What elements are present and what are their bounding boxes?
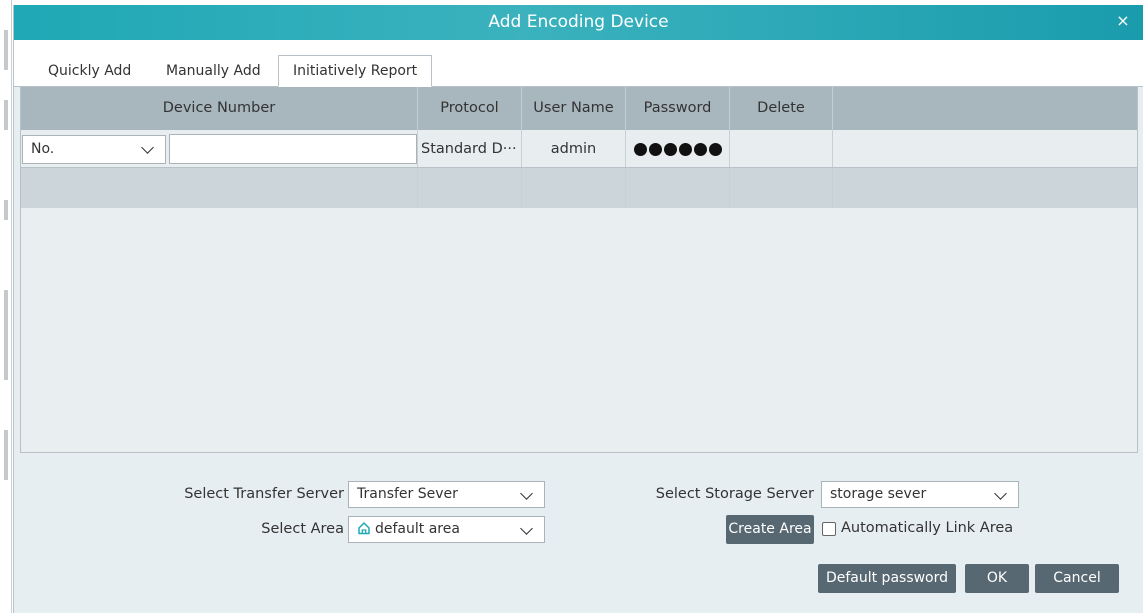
edge-mark: [4, 200, 8, 220]
header-password: Password: [626, 87, 730, 130]
table-cell: [522, 168, 626, 208]
ok-button[interactable]: OK: [965, 564, 1029, 593]
storage-server-select[interactable]: storage sever: [821, 481, 1019, 508]
header-protocol: Protocol: [418, 87, 522, 130]
password-dot: [664, 142, 677, 156]
user-name-cell[interactable]: admin: [522, 130, 626, 167]
table-cell: [730, 168, 833, 208]
table-cell: [21, 168, 418, 208]
tab-manually-add[interactable]: Manually Add: [166, 56, 261, 87]
auto-link-area-label: Automatically Link Area: [841, 520, 1014, 536]
chevron-down-icon: [994, 482, 1008, 509]
area-label: Select Area: [261, 521, 344, 537]
storage-server-label: Select Storage Server: [655, 486, 814, 502]
background-window-edge: [0, 0, 12, 613]
number-type-select[interactable]: No.: [22, 135, 166, 164]
chevron-down-icon: [141, 136, 155, 163]
default-password-button[interactable]: Default password: [818, 564, 956, 593]
home-icon: [358, 522, 370, 535]
area-value: default area: [375, 521, 460, 537]
cancel-button[interactable]: Cancel: [1035, 564, 1119, 593]
chevron-down-icon: [520, 517, 534, 544]
chevron-down-icon: [520, 482, 534, 509]
password-dot: [679, 142, 692, 156]
transfer-server-select[interactable]: Transfer Sever: [348, 481, 545, 508]
storage-server-value: storage sever: [830, 486, 927, 502]
password-mask: [634, 142, 722, 156]
table-cell: [418, 168, 522, 208]
number-type-value: No.: [31, 141, 55, 157]
password-cell[interactable]: [626, 130, 730, 167]
edge-mark: [4, 30, 8, 70]
edge-mark: [4, 290, 8, 380]
table-header: Device Number Protocol User Name Passwor…: [21, 87, 1137, 130]
password-dot: [649, 142, 662, 156]
edge-mark: [4, 100, 8, 130]
transfer-server-value: Transfer Sever: [357, 486, 458, 502]
device-number-input[interactable]: [169, 134, 417, 164]
delete-cell[interactable]: [730, 130, 833, 167]
tab-initiatively-report[interactable]: Initiatively Report: [278, 55, 433, 87]
area-select[interactable]: default area: [348, 516, 545, 543]
password-dot: [634, 142, 647, 156]
device-number-cell: No.: [21, 130, 418, 167]
protocol-cell[interactable]: Standard D···: [418, 130, 522, 167]
add-encoding-device-dialog: Add Encoding Device × Quickly Add Manual…: [13, 5, 1143, 613]
transfer-server-label: Select Transfer Server: [184, 486, 344, 502]
edge-mark: [4, 430, 8, 480]
device-table: Device Number Protocol User Name Passwor…: [20, 87, 1138, 453]
table-cell: [626, 168, 730, 208]
tab-bar: Quickly Add Manually Add Initiatively Re…: [14, 40, 1143, 87]
password-dot: [709, 142, 722, 156]
password-dot: [694, 142, 707, 156]
create-area-button[interactable]: Create Area: [726, 515, 814, 544]
header-device-number: Device Number: [21, 87, 418, 130]
table-row: No. Standard D··· admin: [21, 130, 1137, 168]
dialog-titlebar[interactable]: Add Encoding Device ×: [14, 5, 1143, 40]
header-user-name: User Name: [522, 87, 626, 130]
dialog-title: Add Encoding Device: [488, 12, 669, 32]
close-icon[interactable]: ×: [1113, 11, 1133, 31]
header-delete: Delete: [730, 87, 833, 130]
dialog-footer: Select Transfer Server Transfer Sever Se…: [14, 453, 1143, 613]
tab-quickly-add[interactable]: Quickly Add: [48, 56, 131, 87]
auto-link-area-checkbox[interactable]: [822, 522, 836, 536]
table-row: [21, 168, 1137, 208]
